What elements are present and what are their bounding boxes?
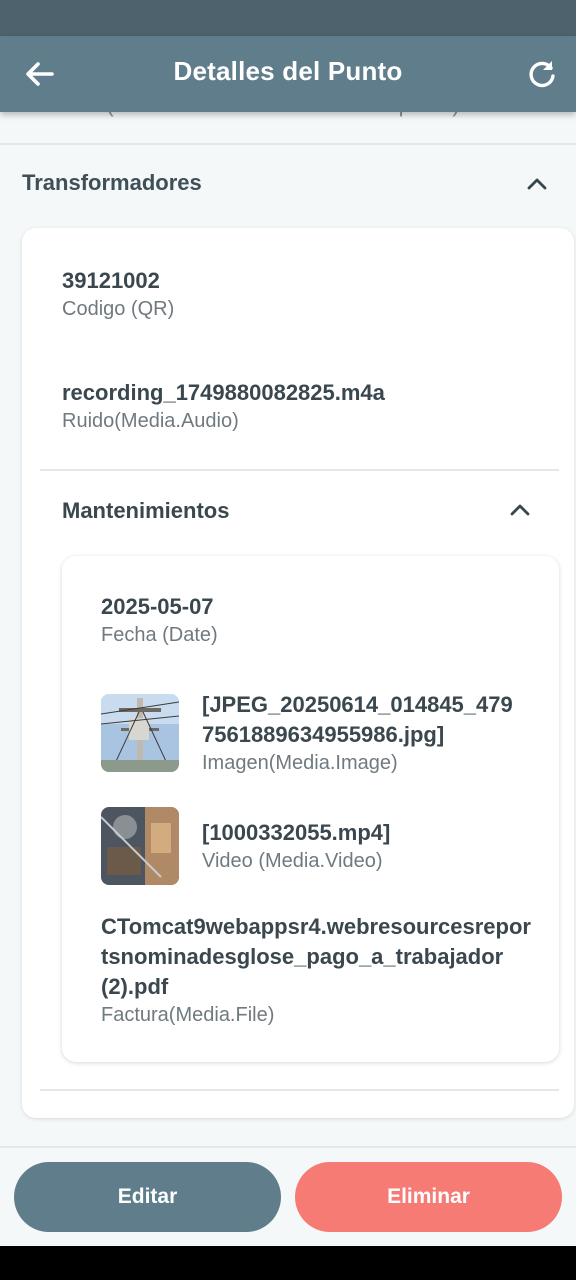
page-title: Detalles del Punto — [173, 56, 403, 86]
field-imagen: [JPEG_20250614_014845_479756188963495598… — [202, 690, 522, 776]
field-value[interactable]: [JPEG_20250614_014845_479756188963495598… — [202, 690, 522, 750]
status-bar — [0, 0, 576, 36]
field-label: Imagen(Media.Image) — [202, 752, 398, 774]
field-value[interactable]: recording_1749880082825.m4a — [62, 378, 385, 408]
field-label: Factura(Media.File) — [101, 1004, 275, 1026]
field-label: Video (Media.Video) — [202, 850, 383, 872]
field-value: 2025-05-07 — [101, 594, 214, 619]
divider — [0, 1146, 576, 1148]
field-label: Fecha (Date) — [101, 624, 218, 646]
chevron-up-icon[interactable] — [509, 503, 531, 517]
field-label: Ruido(Media.Audio) — [62, 410, 239, 432]
field-label: Codigo (QR) — [62, 298, 175, 320]
app-bar: Detalles del Punto — [0, 36, 576, 112]
section-header-transformadores: Transformadores — [22, 170, 202, 195]
divider — [40, 1089, 559, 1091]
field-ruido: recording_1749880082825.m4a Ruido(Media.… — [62, 378, 385, 434]
delete-button[interactable]: Eliminar — [295, 1162, 562, 1232]
field-factura: CTomcat9webappsr4.webresourcesreportsnom… — [101, 912, 531, 1028]
section-header-mantenimientos: Mantenimientos — [62, 498, 230, 523]
refresh-icon[interactable] — [526, 58, 558, 90]
chevron-up-icon[interactable] — [526, 177, 548, 191]
field-fecha: 2025-05-07 Fecha (Date) — [101, 592, 218, 648]
image-thumbnail[interactable] — [101, 694, 179, 772]
field-codigo: 39121002 Codigo (QR) — [62, 266, 174, 322]
field-value[interactable]: [1000332055.mp4] — [202, 818, 390, 848]
divider — [0, 143, 576, 145]
field-value: 39121002 — [62, 268, 160, 293]
video-thumbnail[interactable] — [101, 807, 179, 885]
edit-button[interactable]: Editar — [14, 1162, 281, 1232]
divider — [40, 469, 559, 471]
field-value[interactable]: CTomcat9webappsr4.webresourcesreportsnom… — [101, 912, 531, 1002]
system-nav-bar — [0, 1246, 576, 1280]
field-video: [1000332055.mp4] Video (Media.Video) — [202, 818, 390, 874]
